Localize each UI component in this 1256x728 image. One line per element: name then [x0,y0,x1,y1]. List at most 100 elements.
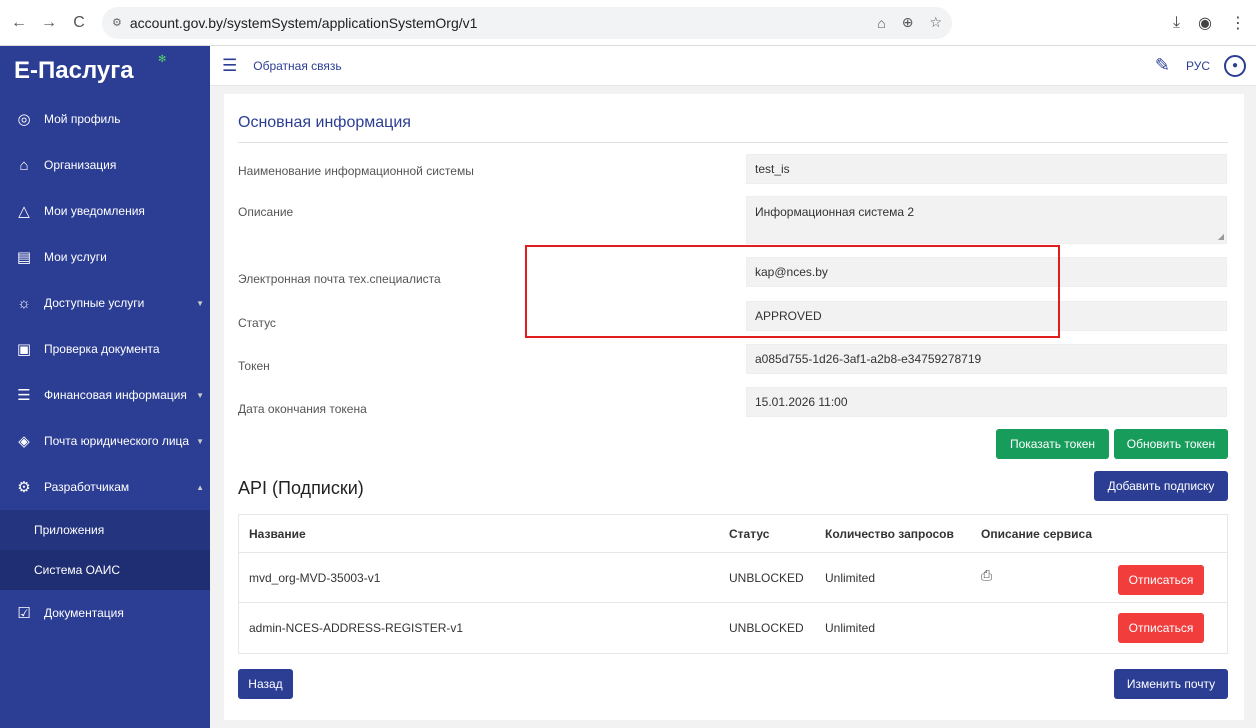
language-selector[interactable]: РУС [1186,59,1210,73]
profile-icon[interactable]: ◉ [1198,13,1212,33]
sidebar-item-legal-mail[interactable]: ◈ Почта юридического лица ▼ [0,418,210,464]
checkbox-icon: ☑ [17,605,31,622]
document-list-icon: ▤ [16,249,32,266]
sidebar: Е-Паслуга ✻ ◎ Мой профиль ⌂ Организация … [0,46,210,728]
sidebar-subitem-oais[interactable]: Система ОАИС [0,550,210,590]
sidebar-item-label: Разработчикам [44,480,130,494]
feedback-link[interactable]: Обратная связь [253,59,341,73]
info-card: Основная информация Наименование информа… [224,94,1244,720]
sidebar-item-notifications[interactable]: △ Мои уведомления [0,188,210,234]
sidebar-item-finance[interactable]: ☰ Финансовая информация ▼ [0,372,210,418]
header-service-description: Описание сервиса [981,526,1093,541]
caret-up-icon: ▲ [196,482,204,492]
add-subscription-button[interactable]: Добавить подписку [1094,471,1228,501]
back-button[interactable]: Назад [238,669,293,699]
field-description[interactable]: Информационная система 2 ◢ [746,196,1227,244]
highlight-box [525,245,1060,338]
content-area: Основная информация Наименование информа… [210,86,1256,728]
caret-down-icon: ▼ [196,298,204,308]
shield-mail-icon: ◈ [18,433,30,450]
field-token: a085d755-1d26-3af1-a2b8-e34759278719 [746,344,1227,374]
field-label-is-name: Наименование информационной системы [238,164,474,178]
hamburger-icon[interactable]: ☰ [222,56,237,76]
star-icon[interactable]: ☆ [929,14,942,31]
forward-icon[interactable]: → [36,10,62,36]
field-description-text: Информационная система 2 [755,205,915,219]
bell-icon: △ [18,203,30,220]
sidebar-item-my-services[interactable]: ▤ Мои услуги [0,234,210,280]
sidebar-item-label: Проверка документа [44,342,160,356]
subscriptions-table: Название Статус Количество запросов Опис… [238,514,1228,654]
field-label-status: Статус [238,316,276,330]
caret-down-icon: ▼ [196,436,204,446]
caret-down-icon: ▼ [196,390,204,400]
row-name: admin-NCES-ADDRESS-REGISTER-v1 [249,621,464,635]
table-row: mvd_org-MVD-35003-v1 UNBLOCKED Unlimited… [239,553,1227,603]
hand-services-icon: ☼ [17,294,31,312]
sidebar-item-label: Финансовая информация [44,388,187,402]
table-header: Название Статус Количество запросов Опис… [239,515,1227,553]
table-row: admin-NCES-ADDRESS-REGISTER-v1 UNBLOCKED… [239,603,1227,653]
user-icon[interactable]: ● [1224,54,1246,77]
menu-dots-icon[interactable]: ⋮ [1230,13,1246,33]
sidebar-item-label: Документация [44,606,124,620]
unsubscribe-button[interactable]: Отписаться [1118,565,1204,595]
logo[interactable]: Е-Паслуга ✻ [0,46,210,96]
user-circle-icon: ◎ [17,111,31,128]
divider [238,142,1228,143]
api-subscriptions-title: API (Подписки) [238,478,364,498]
unsubscribe-button[interactable]: Отписаться [1118,613,1204,643]
document-check-icon: ▣ [16,341,32,358]
resize-handle-icon[interactable]: ◢ [1218,232,1224,241]
field-label-token: Токен [238,359,270,373]
sidebar-item-available-services[interactable]: ☼ Доступные услуги ▼ [0,280,210,326]
download-icon[interactable]: ⤓ [1173,14,1180,32]
sidebar-item-profile[interactable]: ◎ Мой профиль [0,96,210,142]
row-requests: Unlimited [825,570,876,585]
field-label-token-expiry: Дата окончания токена [238,402,367,416]
row-service-description: ⎙ [981,553,992,602]
sidebar-item-label: Организация [44,158,117,172]
zoom-icon[interactable]: ⊕ [902,14,914,31]
sidebar-item-documentation[interactable]: ☑ Документация [0,590,210,636]
document-download-icon[interactable]: ⎙ [981,567,992,584]
site-info-icon[interactable]: ⚙ [112,16,122,29]
sidebar-item-organization[interactable]: ⌂ Организация [0,142,210,188]
sidebar-item-label: Мои услуги [44,250,107,264]
sidebar-item-document-check[interactable]: ▣ Проверка документа [0,326,210,372]
section-title: Основная информация [238,114,411,131]
browser-toolbar: ← → C ⚙ account.gov.by/systemSystem/appl… [0,0,1256,46]
top-bar: ☰ Обратная связь ✎ РУС ● [210,46,1256,86]
header-name: Название [249,526,306,541]
database-icon: ☰ [17,387,31,404]
header-status: Статус [729,526,770,541]
url-text: account.gov.by/systemSystem/applicationS… [129,14,478,31]
sidebar-item-developers[interactable]: ⚙ Разработчикам ▲ [0,464,210,510]
field-label-description: Описание [238,205,294,219]
building-icon: ⌂ [19,156,29,174]
show-token-button[interactable]: Показать токен [996,429,1109,459]
sidebar-item-label: Мои уведомления [44,204,145,218]
address-bar[interactable]: ⚙ account.gov.by/systemSystem/applicatio… [102,6,952,39]
field-token-expiry: 15.01.2026 11:00 [746,387,1227,417]
back-icon[interactable]: ← [6,10,32,36]
field-is-name: test_is [746,154,1227,184]
change-email-button[interactable]: Изменить почту [1114,669,1228,699]
reload-icon[interactable]: C [66,10,92,36]
row-requests: Unlimited [825,621,876,635]
translate-icon[interactable]: ⌂ [877,15,885,31]
logo-dots-icon: ✻ [158,54,166,65]
sidebar-item-label: Мой профиль [44,112,121,126]
row-name: mvd_org-MVD-35003-v1 [249,570,381,585]
gear-icon: ⚙ [17,479,31,496]
sidebar-item-label: Доступные услуги [44,296,145,310]
sidebar-item-label: Почта юридического лица [44,434,190,448]
refresh-token-button[interactable]: Обновить токен [1114,429,1228,459]
field-label-email: Электронная почта тех.специалиста [238,272,441,286]
sidebar-subitem-applications[interactable]: Приложения [0,510,210,550]
row-status: UNBLOCKED [729,570,804,585]
header-requests: Количество запросов [825,526,954,541]
logo-text: Е-Паслуга [14,57,134,84]
row-status: UNBLOCKED [729,621,804,635]
pen-icon[interactable]: ✎ [1155,55,1170,76]
